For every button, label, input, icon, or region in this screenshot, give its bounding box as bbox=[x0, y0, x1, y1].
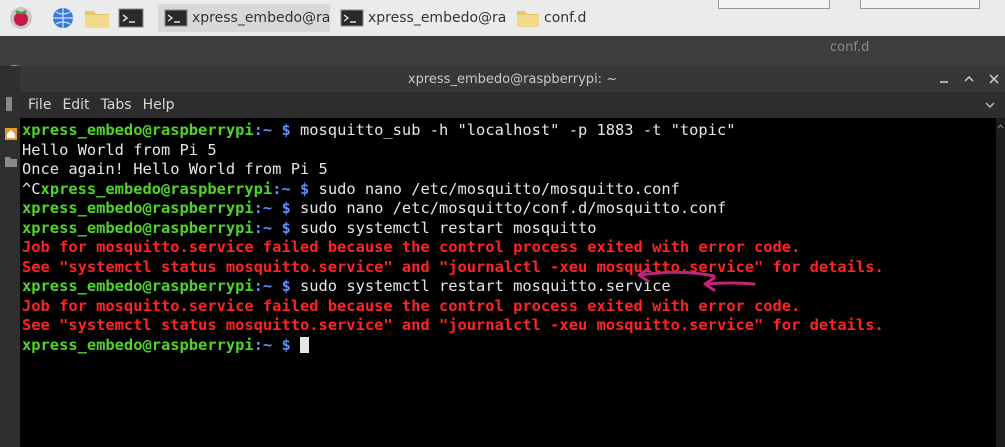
minimize-icon[interactable] bbox=[935, 70, 953, 88]
terminal-command-line: xpress_embedo@raspberrypi:~ $ mosquitto_… bbox=[22, 121, 884, 141]
scroll-up-icon[interactable] bbox=[997, 123, 1004, 130]
raspberry-menu-icon[interactable] bbox=[8, 6, 34, 30]
terminal-error-line: Job for mosquitto.service failed because… bbox=[22, 238, 884, 258]
prompt-user: xpress_embedo@raspberrypi bbox=[22, 199, 254, 217]
terminal-launcher-icon[interactable] bbox=[118, 6, 144, 30]
terminal-cursor bbox=[300, 336, 310, 353]
output-text: Once again! Hello World from Pi 5 bbox=[22, 160, 328, 178]
terminal-command-line: xpress_embedo@raspberrypi:~ $ sudo syste… bbox=[22, 219, 884, 239]
terminal-title-bar[interactable]: xpress_embedo@raspberrypi: ~ bbox=[20, 66, 1005, 92]
terminal-menu-bar: File Edit Tabs Help bbox=[6, 92, 1005, 118]
folder-icon bbox=[517, 11, 539, 27]
command-text: sudo nano /etc/mosquitto/conf.d/mosquitt… bbox=[290, 199, 727, 217]
terminal-icon bbox=[164, 9, 188, 27]
prompt-user: xpress_embedo@raspberrypi bbox=[22, 277, 254, 295]
error-text: Job for mosquitto.service failed because… bbox=[22, 238, 801, 256]
terminal-output: xpress_embedo@raspberrypi:~ $ mosquitto_… bbox=[22, 121, 884, 355]
error-text: Job for mosquitto.service failed because… bbox=[22, 296, 801, 315]
chevron-down-icon[interactable] bbox=[983, 98, 997, 112]
command-text: sudo systemctl restart mosquitto bbox=[290, 218, 597, 237]
command-text bbox=[291, 336, 300, 354]
prompt-path: :~ $ bbox=[253, 277, 291, 295]
annotation-arrow-icon bbox=[703, 276, 756, 292]
web-browser-icon[interactable] bbox=[50, 6, 76, 30]
output-text: Hello World from Pi 5 bbox=[22, 140, 217, 159]
terminal-window: xpress_embedo@raspberrypi: ~ File Edit T… bbox=[6, 66, 1005, 447]
terminal-error-line: See "systemctl status mosquitto.service"… bbox=[22, 258, 884, 278]
prompt-path: :~ $ bbox=[253, 121, 291, 139]
terminal-command-line: xpress_embedo@raspberrypi:~ $ sudo nano … bbox=[22, 199, 884, 219]
terminal-error-line: Job for mosquitto.service failed because… bbox=[22, 297, 884, 317]
prompt-path: :~ $ bbox=[253, 335, 291, 354]
close-icon[interactable] bbox=[985, 70, 1003, 88]
terminal-window-title: xpress_embedo@raspberrypi: ~ bbox=[407, 72, 618, 87]
menu-tabs[interactable]: Tabs bbox=[101, 97, 132, 113]
prompt-user: xpress_embedo@raspberrypi bbox=[22, 335, 254, 354]
terminal-scrollbar[interactable] bbox=[996, 118, 1005, 447]
menu-file[interactable]: File bbox=[28, 97, 51, 113]
maximize-icon[interactable] bbox=[960, 70, 978, 88]
terminal-icon bbox=[340, 9, 364, 27]
taskbar-tray-slot bbox=[718, 0, 830, 9]
prompt-path: :~ $ bbox=[253, 218, 291, 237]
command-text: sudo systemctl restart mosquitto.service bbox=[290, 277, 671, 295]
interrupt-prefix: ^C bbox=[22, 179, 41, 198]
taskbar-task-terminal-1[interactable]: xpress_embedo@ras... bbox=[158, 4, 330, 32]
prompt-user: xpress_embedo@raspberrypi bbox=[40, 179, 273, 198]
menu-handle-icon bbox=[6, 97, 12, 111]
prompt-user: xpress_embedo@raspberrypi bbox=[22, 218, 254, 237]
error-text: See "systemctl status mosquitto.service"… bbox=[22, 257, 884, 276]
command-text: mosquitto_sub -h "localhost" -p 1883 -t … bbox=[290, 121, 736, 139]
menu-help[interactable]: Help bbox=[143, 97, 175, 113]
taskbar-task-conf-d[interactable]: conf.d bbox=[510, 4, 620, 32]
terminal-command-line: ^Cxpress_embedo@raspberrypi:~ $ sudo nan… bbox=[22, 180, 884, 200]
terminal-output-line: Hello World from Pi 5 bbox=[22, 141, 884, 161]
home-folder-icon bbox=[5, 128, 17, 140]
command-text: sudo nano /etc/mosquitto/mosquitto.conf bbox=[309, 179, 680, 198]
terminal-command-line: xpress_embedo@raspberrypi:~ $ bbox=[22, 336, 884, 356]
file-manager-icon[interactable] bbox=[84, 6, 110, 30]
folder-icon bbox=[5, 157, 17, 167]
prompt-user: xpress_embedo@raspberrypi bbox=[22, 121, 254, 139]
task-label: conf.d bbox=[544, 10, 587, 26]
taskbar-tray-slot bbox=[860, 0, 980, 9]
task-label: xpress_embedo@ras... bbox=[368, 10, 506, 26]
taskbar-task-terminal-2[interactable]: xpress_embedo@ras... bbox=[334, 4, 506, 32]
terminal-output-line: Once again! Hello World from Pi 5 bbox=[22, 160, 884, 180]
error-text: See "systemctl status mosquitto.service"… bbox=[22, 316, 884, 334]
terminal-error-line: See "systemctl status mosquitto.service"… bbox=[22, 316, 884, 336]
background-window-sidebar-strip bbox=[0, 66, 20, 447]
terminal-screen[interactable]: xpress_embedo@raspberrypi:~ $ mosquitto_… bbox=[20, 118, 996, 447]
prompt-path: :~ $ bbox=[272, 179, 310, 198]
menu-edit[interactable]: Edit bbox=[62, 97, 89, 113]
task-label: xpress_embedo@ras... bbox=[192, 10, 330, 26]
prompt-path: :~ $ bbox=[253, 199, 291, 217]
taskbar: xpress_embedo@ras... xpress_embedo@ras..… bbox=[0, 0, 1005, 36]
background-window-title: conf.d bbox=[830, 40, 870, 55]
